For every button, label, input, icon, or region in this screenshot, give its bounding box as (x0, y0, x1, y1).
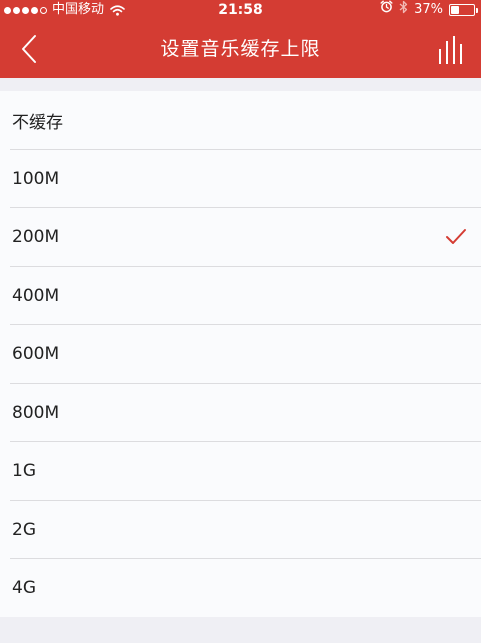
option-item[interactable]: 2G (0, 501, 481, 560)
option-label: 400M (12, 285, 60, 306)
option-label: 600M (12, 344, 60, 365)
cache-limit-screen: 中国移动 21:58 37% 设置音乐缓存上限 不缓存 100M 200M 40… (0, 0, 481, 643)
option-label: 1G (12, 461, 36, 482)
option-label: 不缓存 (12, 112, 63, 133)
back-button[interactable] (12, 32, 46, 66)
status-bar: 中国移动 21:58 37% (0, 0, 481, 20)
option-item[interactable]: 不缓存 (0, 91, 481, 150)
option-item[interactable]: 600M (0, 325, 481, 384)
now-playing-bars-icon (439, 36, 462, 64)
top-bar: 中国移动 21:58 37% 设置音乐缓存上限 (0, 0, 481, 78)
battery-percent: 37% (414, 2, 443, 17)
page-title: 设置音乐缓存上限 (160, 38, 321, 60)
option-item[interactable]: 100M (0, 150, 481, 209)
bluetooth-icon (399, 0, 408, 21)
battery-tip (476, 8, 478, 13)
option-item[interactable]: 4G (0, 559, 481, 618)
option-label: 2G (12, 519, 36, 540)
alarm-icon (380, 0, 393, 20)
cache-limit-options: 不缓存 100M 200M 400M 600M 800M 1G 2G 4G (0, 91, 481, 617)
option-item[interactable]: 800M (0, 384, 481, 443)
option-item[interactable]: 1G (0, 442, 481, 501)
option-label: 800M (12, 402, 60, 423)
option-label: 100M (12, 168, 60, 189)
option-label: 4G (12, 578, 36, 599)
battery-icon (449, 4, 478, 16)
now-playing-button[interactable] (435, 33, 469, 65)
option-item[interactable]: 400M (0, 267, 481, 326)
status-right: 37% (380, 0, 478, 21)
battery-level-fill (451, 6, 460, 14)
nav-bar: 设置音乐缓存上限 (0, 20, 481, 78)
chevron-left-icon (22, 35, 36, 63)
checkmark-icon (446, 229, 466, 245)
option-item-selected[interactable]: 200M (0, 208, 481, 267)
option-label: 200M (12, 227, 60, 248)
